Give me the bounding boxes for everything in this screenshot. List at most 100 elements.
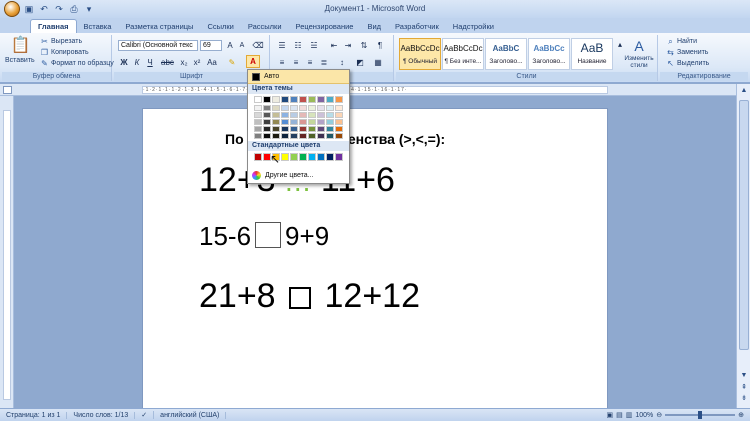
clear-format-icon[interactable]: ⌫ bbox=[252, 40, 264, 51]
align-center-icon[interactable]: ≡ bbox=[290, 57, 302, 68]
copy-button[interactable]: ❐ Копировать bbox=[40, 48, 89, 57]
theme-shade-swatch[interactable] bbox=[272, 119, 280, 125]
tab-review[interactable]: Рецензирование bbox=[289, 20, 361, 33]
tab-references[interactable]: Ссылки bbox=[200, 20, 240, 33]
standard-color-swatch[interactable] bbox=[290, 153, 298, 161]
font-size-combo[interactable]: 69 bbox=[200, 40, 222, 51]
theme-shade-swatch[interactable] bbox=[326, 105, 334, 111]
theme-shade-swatch[interactable] bbox=[299, 133, 307, 139]
style-heading-1[interactable]: AaBbC Заголово... bbox=[485, 38, 527, 70]
theme-shade-swatch[interactable] bbox=[326, 126, 334, 132]
italic-icon[interactable]: К bbox=[131, 57, 143, 68]
theme-shade-swatch[interactable] bbox=[299, 112, 307, 118]
style-title[interactable]: АаВ Название bbox=[571, 38, 613, 70]
zoom-slider-thumb[interactable] bbox=[698, 411, 703, 419]
underline-icon[interactable]: Ч bbox=[144, 57, 156, 68]
bold-icon[interactable]: Ж bbox=[118, 57, 130, 68]
tab-home[interactable]: Главная bbox=[30, 19, 77, 33]
theme-shade-swatch[interactable] bbox=[281, 105, 289, 111]
tab-addins[interactable]: Надстройки bbox=[446, 20, 501, 33]
theme-shade-swatch[interactable] bbox=[317, 112, 325, 118]
cut-button[interactable]: ✂ Вырезать bbox=[40, 37, 82, 46]
theme-shade-swatch[interactable] bbox=[263, 126, 271, 132]
theme-color-swatch[interactable] bbox=[326, 96, 334, 103]
change-case-icon[interactable]: Aa bbox=[206, 57, 218, 68]
align-left-icon[interactable]: ≡ bbox=[276, 57, 288, 68]
word-count[interactable]: Число слов: 1/13 bbox=[67, 411, 136, 419]
view-fullscreen-icon[interactable]: ▤ bbox=[616, 411, 623, 419]
pilcrow-icon[interactable]: ¶ bbox=[374, 40, 386, 51]
theme-shade-swatch[interactable] bbox=[290, 133, 298, 139]
select-button[interactable]: ↖ Выделить bbox=[666, 59, 709, 68]
answer-box-2[interactable] bbox=[255, 222, 282, 248]
theme-shade-swatch[interactable] bbox=[272, 105, 280, 111]
change-styles-button[interactable]: A Изменить стили bbox=[622, 39, 656, 69]
undo-icon[interactable]: ↶ bbox=[38, 3, 50, 15]
borders-icon[interactable]: ▦ bbox=[372, 57, 384, 68]
sort-icon[interactable]: ⇅ bbox=[358, 40, 370, 51]
theme-color-swatch[interactable] bbox=[272, 96, 280, 103]
theme-color-swatch[interactable] bbox=[299, 96, 307, 103]
tab-insert[interactable]: Вставка bbox=[77, 20, 119, 33]
standard-color-swatch[interactable] bbox=[254, 153, 262, 161]
page-count[interactable]: Страница: 1 из 1 bbox=[0, 411, 68, 419]
theme-color-swatch[interactable] bbox=[263, 96, 271, 103]
theme-shade-swatch[interactable] bbox=[290, 126, 298, 132]
strikethrough-icon[interactable]: abc bbox=[161, 57, 174, 68]
theme-shade-swatch[interactable] bbox=[272, 133, 280, 139]
shading-icon[interactable]: ◩ bbox=[354, 57, 366, 68]
theme-color-swatch[interactable] bbox=[335, 96, 343, 103]
standard-color-swatch[interactable] bbox=[299, 153, 307, 161]
format-painter-button[interactable]: ✎ Формат по образцу bbox=[40, 59, 114, 68]
theme-shade-swatch[interactable] bbox=[335, 126, 343, 132]
increase-indent-icon[interactable]: ⇥ bbox=[342, 40, 354, 51]
zoom-in-icon[interactable]: ⊕ bbox=[738, 411, 744, 419]
paste-button[interactable]: 📋 Вставить bbox=[5, 37, 35, 64]
theme-color-swatch[interactable] bbox=[317, 96, 325, 103]
theme-shade-swatch[interactable] bbox=[290, 105, 298, 111]
tab-page-layout[interactable]: Разметка страницы bbox=[118, 20, 200, 33]
standard-color-swatch[interactable] bbox=[317, 153, 325, 161]
theme-shade-swatch[interactable] bbox=[326, 112, 334, 118]
theme-shade-swatch[interactable] bbox=[335, 133, 343, 139]
theme-shade-swatch[interactable] bbox=[254, 105, 262, 111]
highlight-icon[interactable]: ✎ bbox=[226, 57, 238, 68]
theme-shade-swatch[interactable] bbox=[254, 133, 262, 139]
theme-shade-swatch[interactable] bbox=[290, 112, 298, 118]
document-page[interactable]: По ьный знак равенства (>,<,=): 12+3 ...… bbox=[142, 108, 608, 420]
style-no-spacing[interactable]: AaBbCcDc ¶ Без инте... bbox=[442, 38, 484, 70]
theme-shade-swatch[interactable] bbox=[317, 126, 325, 132]
theme-shade-swatch[interactable] bbox=[299, 105, 307, 111]
answer-box-3[interactable] bbox=[289, 287, 312, 309]
zoom-slider[interactable] bbox=[665, 411, 736, 419]
scroll-up-icon[interactable]: ▲ bbox=[738, 85, 750, 97]
theme-shade-swatch[interactable] bbox=[254, 126, 262, 132]
standard-color-swatch[interactable] bbox=[308, 153, 316, 161]
line-spacing-icon[interactable]: ↕ bbox=[336, 57, 348, 68]
style-heading-2[interactable]: AaBbCc Заголово... bbox=[528, 38, 570, 70]
theme-shade-swatch[interactable] bbox=[299, 119, 307, 125]
theme-shade-swatch[interactable] bbox=[317, 105, 325, 111]
auto-color-item[interactable]: Авто bbox=[248, 70, 349, 84]
theme-shade-swatch[interactable] bbox=[290, 119, 298, 125]
standard-color-swatch[interactable] bbox=[335, 153, 343, 161]
language-indicator[interactable]: английский (США) bbox=[154, 411, 227, 419]
multilevel-list-icon[interactable]: ☱ bbox=[308, 40, 320, 51]
theme-color-swatch[interactable] bbox=[281, 96, 289, 103]
numbering-icon[interactable]: ☷ bbox=[292, 40, 304, 51]
theme-shade-swatch[interactable] bbox=[317, 119, 325, 125]
theme-shade-swatch[interactable] bbox=[335, 119, 343, 125]
tab-mailings[interactable]: Рассылки bbox=[241, 20, 289, 33]
justify-icon[interactable]: ≣ bbox=[318, 57, 330, 68]
view-web-icon[interactable]: ▥ bbox=[626, 411, 633, 419]
theme-shade-swatch[interactable] bbox=[308, 105, 316, 111]
save-icon[interactable]: ▣ bbox=[23, 3, 35, 15]
theme-shade-swatch[interactable] bbox=[254, 119, 262, 125]
zoom-out-icon[interactable]: ⊖ bbox=[656, 411, 662, 419]
office-button[interactable] bbox=[4, 1, 20, 17]
theme-shade-swatch[interactable] bbox=[326, 133, 334, 139]
theme-shade-swatch[interactable] bbox=[281, 112, 289, 118]
decrease-indent-icon[interactable]: ⇤ bbox=[328, 40, 340, 51]
subscript-icon[interactable]: x₂ bbox=[178, 57, 190, 68]
shrink-font-icon[interactable]: A bbox=[236, 40, 248, 51]
